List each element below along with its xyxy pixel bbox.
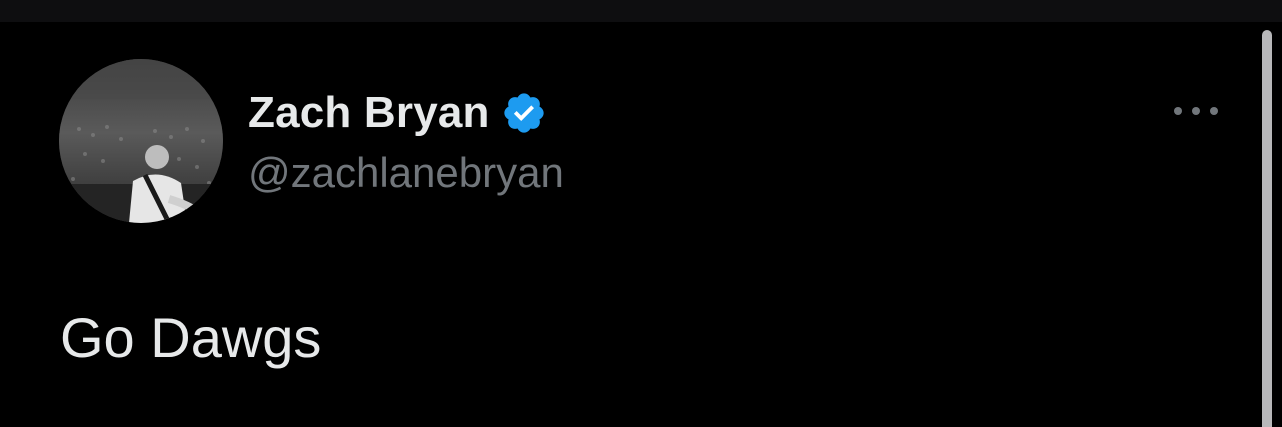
tweet-text: Go Dawgs [60, 306, 322, 369]
scrollbar[interactable] [1262, 30, 1272, 427]
avatar[interactable] [59, 59, 223, 223]
author-name[interactable]: Zach Bryan [248, 88, 490, 138]
tweet[interactable]: Zach Bryan @zachlanebryan Go Dawgs [0, 22, 1250, 427]
more-horizontal-icon [1174, 107, 1218, 115]
author-name-row[interactable]: Zach Bryan [248, 86, 547, 140]
verified-badge-icon [501, 90, 547, 136]
top-bar [0, 0, 1282, 22]
author-handle[interactable]: @zachlanebryan [248, 147, 564, 199]
more-button[interactable] [1170, 96, 1222, 126]
